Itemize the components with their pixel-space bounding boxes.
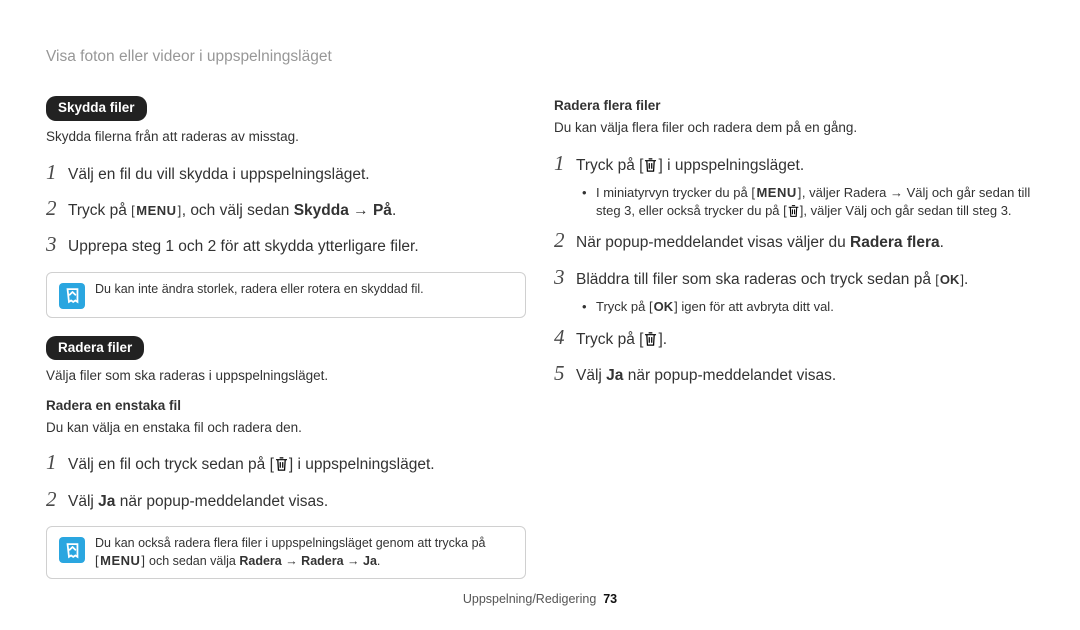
multi-step-3-bullet: • Tryck på OK igen för att avbryta ditt … <box>582 298 1034 316</box>
protect-step-3: 3 Upprepa steg 1 och 2 för att skydda yt… <box>46 229 526 259</box>
info-icon <box>59 283 85 309</box>
multi-step-4: 4 Tryck på []. <box>554 322 1034 352</box>
multi-step-1: 1 Tryck på [] i uppspelningsläget. <box>554 148 1034 178</box>
trash-icon <box>787 204 800 218</box>
multi-step-5: 5 Välj Ja när popup-meddelandet visas. <box>554 358 1034 388</box>
note-delete-text: Du kan också radera flera filer i uppspe… <box>95 535 513 570</box>
multi-step-3: 3 Bläddra till filer som ska raderas och… <box>554 262 1034 292</box>
menu-icon: MENU <box>131 203 182 218</box>
single-step-2: 2 Välj Ja när popup-meddelandet visas. <box>46 484 526 514</box>
multi-step-2: 2 När popup-meddelandet visas väljer du … <box>554 225 1034 255</box>
menu-icon: MENU <box>751 185 802 200</box>
section-title-protect: Skydda filer <box>46 96 147 121</box>
trash-icon <box>274 456 289 472</box>
page-title: Visa foton eller videor i uppspelningslä… <box>46 46 1034 68</box>
ok-icon: OK <box>935 272 964 287</box>
page-footer: Uppspelning/Redigering 73 <box>0 590 1080 608</box>
subdesc-multi: Du kan välja flera filer och radera dem … <box>554 118 1034 138</box>
trash-icon <box>643 331 658 347</box>
trash-icon <box>643 157 658 173</box>
section-desc-delete: Välja filer som ska raderas i uppspelnin… <box>46 366 526 386</box>
section-desc-protect: Skydda filerna från att raderas av misst… <box>46 127 526 147</box>
note-protect-text: Du kan inte ändra storlek, radera eller … <box>95 281 424 299</box>
protect-step-2: 2 Tryck på MENU, och välj sedan Skydda →… <box>46 193 526 223</box>
info-icon <box>59 537 85 563</box>
section-title-delete: Radera filer <box>46 336 144 361</box>
single-step-1: 1 Välj en fil och tryck sedan på [] i up… <box>46 447 526 477</box>
note-protect: Du kan inte ändra storlek, radera eller … <box>46 272 526 318</box>
left-column: Skydda filer Skydda filerna från att rad… <box>46 96 526 597</box>
menu-icon: MENU <box>95 553 146 568</box>
page-number: 73 <box>603 592 617 606</box>
subheading-single: Radera en enstaka fil <box>46 396 526 416</box>
note-delete: Du kan också radera flera filer i uppspe… <box>46 526 526 579</box>
right-column: Radera flera filer Du kan välja flera fi… <box>554 96 1034 597</box>
protect-step-1: 1 Välj en fil du vill skydda i uppspelni… <box>46 157 526 187</box>
multi-step-1-bullet: • I miniatyrvyn trycker du på MENU, välj… <box>582 184 1034 219</box>
subheading-multi: Radera flera filer <box>554 96 1034 116</box>
subdesc-single: Du kan välja en enstaka fil och radera d… <box>46 418 526 438</box>
ok-icon: OK <box>649 299 678 314</box>
